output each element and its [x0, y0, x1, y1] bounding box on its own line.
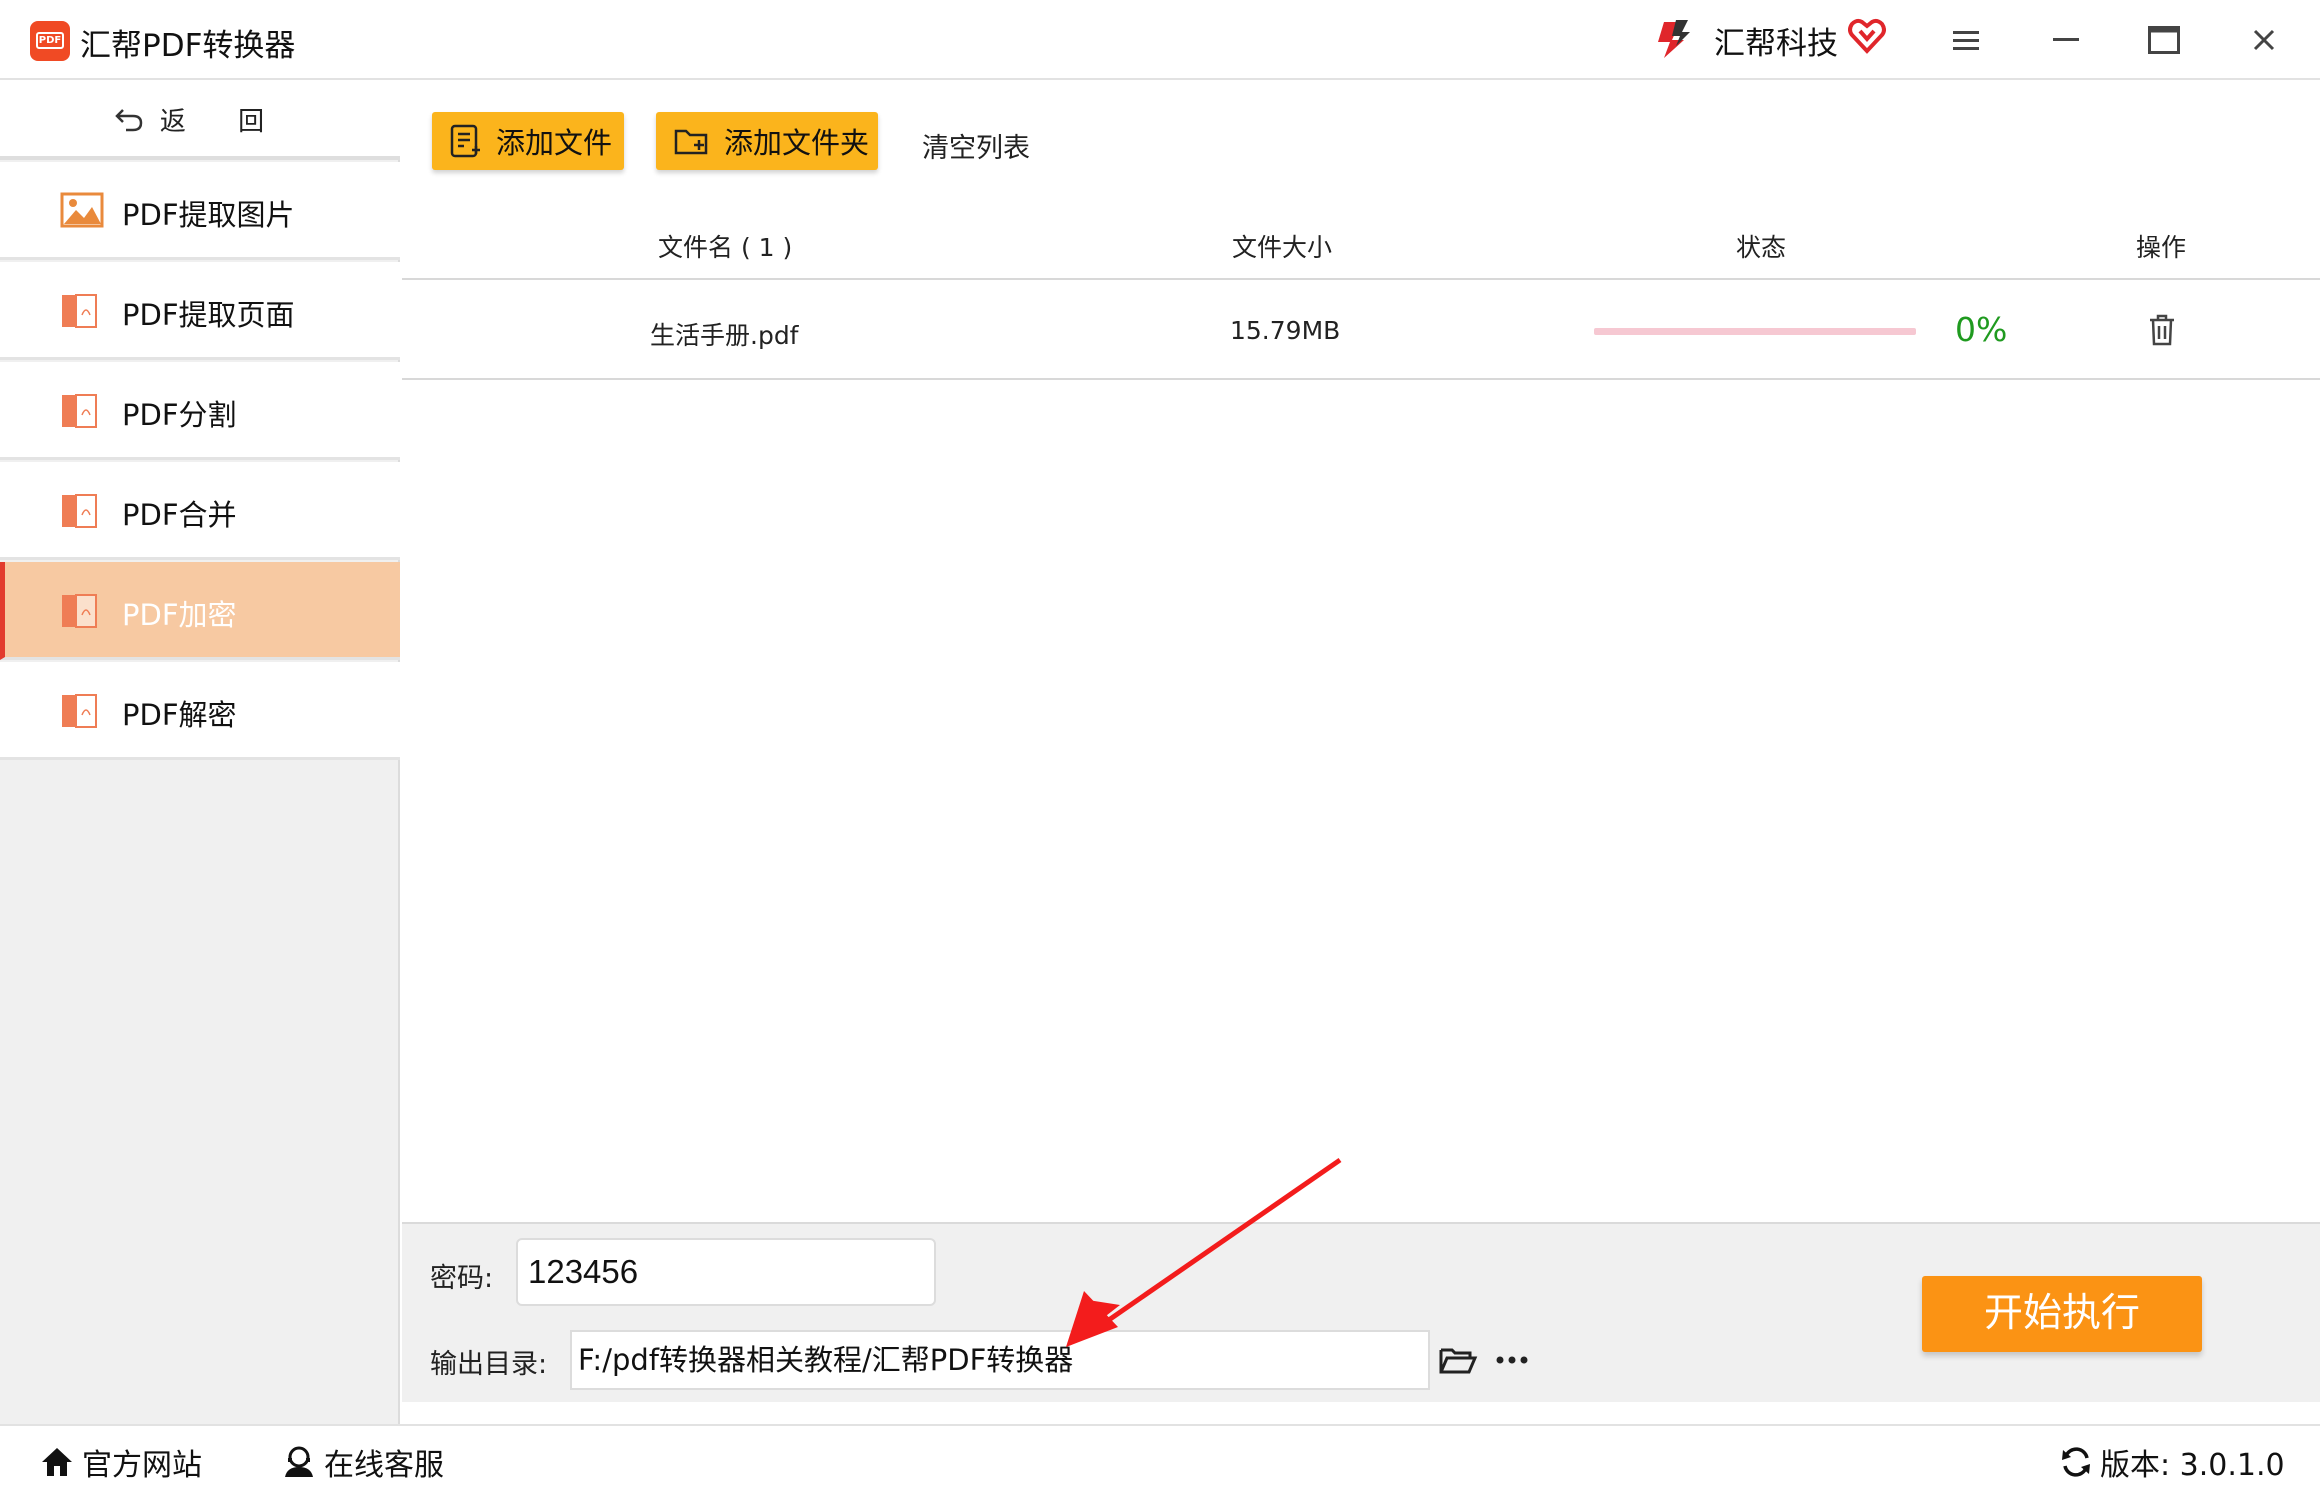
pdf-file-icon — [62, 494, 97, 528]
column-header-size: 文件大小 — [1232, 233, 1333, 262]
support-link[interactable]: 在线客服 — [282, 1440, 444, 1484]
sidebar-item-label: PDF分割 — [122, 398, 237, 432]
version-info[interactable]: 版本: 3.0.1.0 — [2060, 1440, 2285, 1484]
brand-logo-icon — [1658, 20, 1690, 58]
sidebar-item-label: PDF加密 — [122, 598, 237, 632]
back-button[interactable]: 返 回 — [0, 82, 400, 160]
add-file-button[interactable]: 添加文件 — [432, 112, 624, 170]
vip-heart-icon[interactable] — [1848, 18, 1886, 54]
more-icon[interactable] — [1492, 1340, 1532, 1380]
back-label: 返 回 — [159, 106, 287, 137]
file-name: 生活手册.pdf — [650, 321, 799, 350]
close-icon[interactable] — [2242, 18, 2286, 62]
app-logo-icon: PDF — [30, 21, 70, 61]
settings-panel: 密码: 123456 输出目录: F:/pdf转换器相关教程/汇帮PDF转换器 … — [402, 1222, 2320, 1402]
add-folder-label: 添加文件夹 — [724, 126, 870, 160]
sidebar-item-encrypt[interactable]: PDF加密 — [0, 562, 400, 660]
back-arrow-icon — [115, 109, 143, 132]
sidebar-item-label: PDF提取图片 — [122, 198, 295, 232]
pdf-file-icon — [62, 294, 97, 328]
add-file-icon — [450, 124, 480, 158]
file-size: 15.79MB — [1230, 316, 1341, 345]
progress-bar — [1594, 328, 1916, 335]
maximize-icon[interactable] — [2142, 18, 2186, 62]
add-file-label: 添加文件 — [496, 126, 613, 160]
pdf-file-icon — [62, 694, 97, 728]
sidebar: 返 回 PDF提取图片 PDF提取页面 PDF分割 PDF合并 PDF加密 PD… — [0, 82, 400, 1424]
status-footer: 官方网站 在线客服 版本: 3.0.1.0 — [0, 1424, 2320, 1490]
progress-percent: 0% — [1955, 310, 2008, 349]
annotation-arrow-icon — [1066, 1157, 1342, 1347]
sidebar-item-extract-pages[interactable]: PDF提取页面 — [0, 262, 400, 360]
sidebar-item-label: PDF提取页面 — [122, 298, 295, 332]
delete-icon[interactable] — [2146, 312, 2178, 348]
sidebar-item-label: PDF合并 — [122, 498, 237, 532]
password-label: 密码: — [430, 1263, 494, 1294]
refresh-icon — [2062, 1447, 2090, 1477]
menu-icon[interactable] — [1944, 18, 1988, 62]
support-label: 在线客服 — [324, 1448, 444, 1483]
image-icon — [60, 192, 104, 228]
column-header-action: 操作 — [2136, 233, 2187, 262]
pdf-file-icon — [62, 394, 97, 428]
add-folder-icon — [674, 129, 708, 155]
version-label: 版本: 3.0.1.0 — [2100, 1448, 2285, 1483]
app-title: 汇帮PDF转换器 — [80, 28, 296, 64]
sidebar-item-split[interactable]: PDF分割 — [0, 362, 400, 460]
password-input[interactable]: 123456 — [516, 1238, 936, 1306]
start-button[interactable]: 开始执行 — [1922, 1276, 2202, 1352]
sidebar-item-extract-images[interactable]: PDF提取图片 — [0, 162, 400, 260]
website-label: 官方网站 — [82, 1448, 202, 1483]
customer-service-icon — [285, 1446, 313, 1477]
sidebar-item-label: PDF解密 — [122, 698, 237, 732]
brand-name: 汇帮科技 — [1714, 26, 1838, 62]
clear-list-button[interactable]: 清空列表 — [922, 126, 1030, 165]
open-folder-icon[interactable] — [1438, 1340, 1478, 1380]
sidebar-item-merge[interactable]: PDF合并 — [0, 462, 400, 560]
output-dir-label: 输出目录: — [430, 1349, 548, 1380]
column-header-status: 状态 — [1736, 233, 1787, 262]
add-folder-button[interactable]: 添加文件夹 — [656, 112, 878, 170]
home-icon — [42, 1448, 72, 1476]
sidebar-item-decrypt[interactable]: PDF解密 — [0, 662, 400, 760]
table-row[interactable]: 生活手册.pdf 15.79MB 0% — [402, 282, 2320, 380]
website-link[interactable]: 官方网站 — [40, 1440, 202, 1484]
title-bar: PDF 汇帮PDF转换器 汇帮科技 — [0, 0, 2320, 80]
file-table-header: 文件名 ( 1 ) 文件大小 状态 操作 — [402, 202, 2320, 280]
pdf-file-icon — [62, 594, 97, 628]
minimize-icon[interactable] — [2044, 18, 2088, 62]
column-header-name: 文件名 ( 1 ) — [658, 233, 793, 262]
